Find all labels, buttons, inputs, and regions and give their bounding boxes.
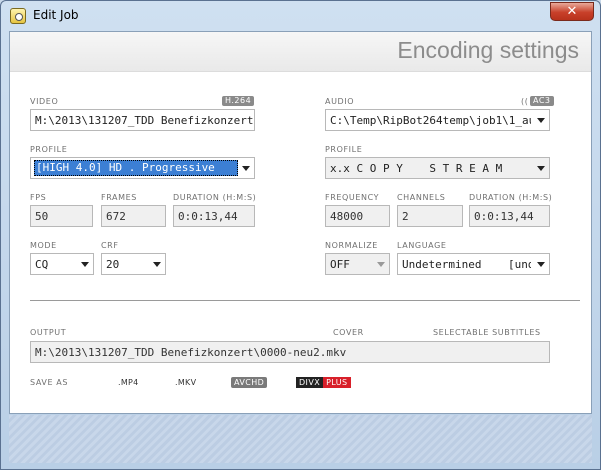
video-profile-label: PROFILE — [30, 145, 68, 154]
language-value: Undetermined [und] — [402, 258, 531, 271]
fps-label: FPS — [30, 193, 47, 202]
plus-badge: PLUS — [323, 377, 351, 388]
chevron-down-icon[interactable] — [153, 262, 161, 267]
header-band: Encoding settings — [10, 32, 591, 72]
video-duration-field: 0:0:13,44 — [173, 205, 255, 227]
chevron-down-icon[interactable] — [81, 262, 89, 267]
fps-field: 50 — [30, 205, 93, 227]
video-label: VIDEO — [30, 97, 59, 106]
mode-select[interactable]: CQ — [30, 253, 94, 275]
audio-source-select[interactable]: C:\Temp\RipBot264temp\job1\1_audi — [325, 109, 550, 131]
video-codec-badge: H.264 — [222, 96, 255, 106]
divx-badge: DIVX — [296, 377, 324, 388]
channels-label: CHANNELS — [397, 193, 446, 202]
chevron-down-icon[interactable] — [537, 262, 545, 267]
video-profile-select[interactable]: [HIGH 4.0] HD . Progressive — [30, 157, 255, 179]
mode-value: CQ — [35, 258, 49, 271]
crf-value: 20 — [106, 258, 120, 271]
normalize-select[interactable]: OFF — [325, 253, 390, 275]
audio-duration-field: 0:0:13,44 — [469, 205, 550, 227]
save-as-avchd[interactable]: AVCHD — [231, 377, 268, 388]
mode-label: MODE — [30, 241, 57, 250]
audio-label: AUDIO — [325, 97, 355, 106]
audio-source-value: C:\Temp\RipBot264temp\job1\1_audi — [330, 114, 531, 127]
frames-field: 672 — [101, 205, 166, 227]
frames-label: FRAMES — [101, 193, 137, 202]
frequency-label: FREQUENCY — [325, 193, 380, 202]
bottom-band — [9, 415, 592, 463]
crf-select[interactable]: 20 — [101, 253, 166, 275]
audio-wave-icon: (( — [521, 97, 529, 106]
video-profile-value: [HIGH 4.0] HD . Progressive — [36, 161, 215, 174]
window-title: Edit Job — [33, 8, 79, 22]
dialog-content: Encoding settings VIDEO H.264 M:\2013\13… — [9, 31, 592, 414]
language-label: LANGUAGE — [397, 241, 447, 250]
normalize-value: OFF — [330, 258, 350, 271]
channels-field: 2 — [397, 205, 463, 227]
edit-job-window: Edit Job ✕ Encoding settings VIDEO H.264… — [0, 0, 601, 470]
section-divider — [30, 300, 580, 301]
crf-label: CRF — [101, 241, 119, 250]
chevron-down-icon[interactable] — [242, 166, 250, 171]
video-duration-label: DURATION (H:M:S) — [173, 193, 257, 202]
save-as-divx-plus[interactable]: DIVX PLUS — [296, 377, 351, 388]
save-as-mkv[interactable]: .MKV — [175, 378, 196, 387]
normalize-label: NORMALIZE — [325, 241, 378, 250]
app-icon — [10, 8, 26, 24]
language-select[interactable]: Undetermined [und] — [397, 253, 550, 275]
output-path-field[interactable]: M:\2013\131207_TDD Benefizkonzert\0000-n… — [30, 341, 550, 363]
output-label: OUTPUT — [30, 328, 67, 337]
frequency-field: 48000 — [325, 205, 390, 227]
cover-label[interactable]: COVER — [333, 328, 364, 337]
audio-profile-select[interactable]: x.x C O P Y S T R E A M — [325, 157, 550, 179]
audio-profile-label: PROFILE — [325, 145, 363, 154]
page-title: Encoding settings — [397, 37, 579, 63]
audio-codec-badge: AC3 — [530, 96, 554, 106]
save-as-label: SAVE AS — [30, 378, 69, 387]
chevron-down-icon[interactable] — [377, 262, 385, 267]
close-button[interactable]: ✕ — [550, 2, 594, 21]
title-bar[interactable]: Edit Job ✕ — [1, 1, 600, 31]
chevron-down-icon[interactable] — [537, 166, 545, 171]
chevron-down-icon[interactable] — [537, 118, 545, 123]
video-source-field[interactable]: M:\2013\131207_TDD Benefizkonzert\000 — [30, 109, 255, 131]
audio-duration-label: DURATION (H:M:S) — [469, 193, 553, 202]
save-as-mp4[interactable]: .MP4 — [118, 378, 139, 387]
selectable-subtitles-label[interactable]: SELECTABLE SUBTITLES — [433, 328, 541, 337]
audio-profile-value: x.x C O P Y S T R E A M — [330, 162, 503, 175]
